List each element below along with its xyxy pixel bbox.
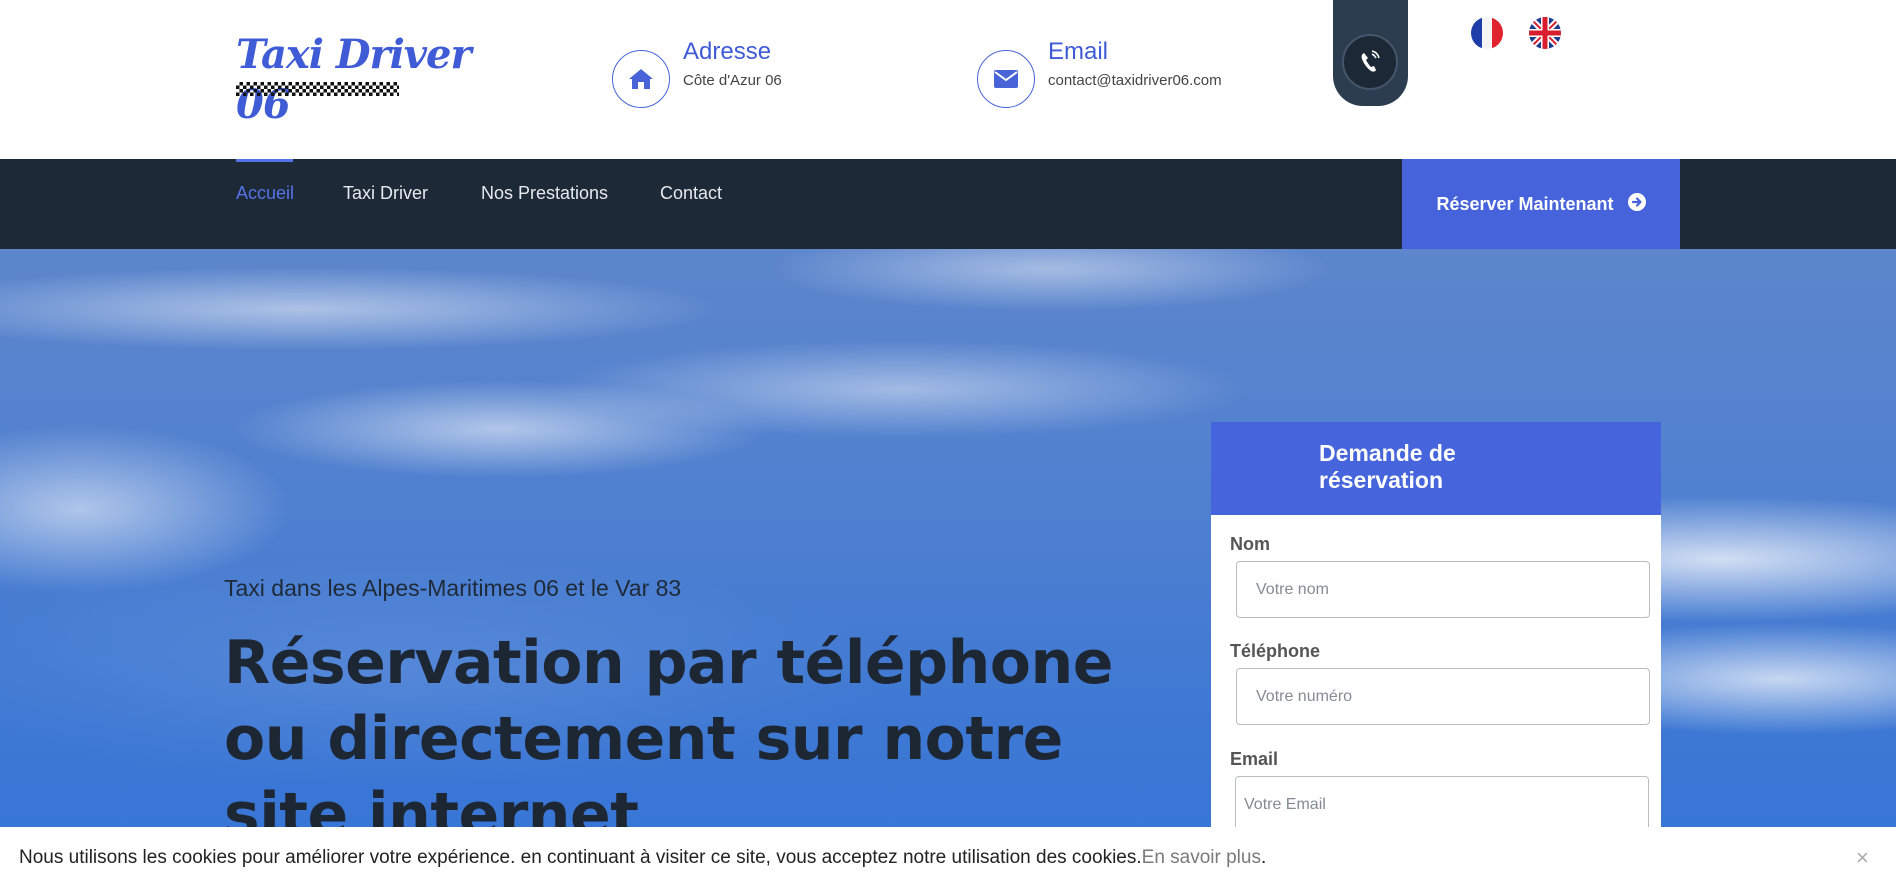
hero-subtitle: Taxi dans les Alpes-Maritimes 06 et le V… — [224, 575, 682, 601]
site-header: Taxi Driver 06 Adresse Côte d'Azur 06 Em… — [0, 0, 1896, 159]
nav-item-taxi-driver[interactable]: Taxi Driver — [343, 183, 428, 204]
hero-section: Taxi dans les Alpes-Maritimes 06 et le V… — [0, 249, 1896, 891]
phone-label: Téléphone — [1230, 641, 1321, 661]
phone-input[interactable] — [1236, 668, 1650, 725]
reservation-form: Demande de réservation Nom Téléphone Ema… — [1211, 422, 1661, 891]
arrow-right-circle-icon — [1627, 192, 1646, 216]
email-label: Email — [1230, 749, 1279, 769]
form-title: Demande de réservation — [1319, 440, 1456, 493]
home-icon — [612, 50, 670, 108]
name-label: Nom — [1230, 534, 1270, 554]
cookie-message: Nous utilisons les cookies pour améliore… — [19, 847, 1266, 869]
address-value: Côte d'Azur 06 — [683, 72, 782, 89]
hero-title: Réservation par téléphone ou directement… — [224, 628, 1113, 850]
envelope-icon — [977, 50, 1035, 108]
reserve-now-button[interactable]: Réserver Maintenant — [1402, 159, 1680, 249]
learn-more-link[interactable]: En savoir plus — [1142, 847, 1261, 868]
close-icon[interactable]: × — [1856, 845, 1869, 871]
flag-uk-icon[interactable] — [1529, 17, 1561, 49]
phone-icon[interactable] — [1342, 34, 1398, 90]
email-title: Email — [1048, 38, 1109, 65]
main-navigation: Accueil Taxi Driver Nos Prestations Cont… — [0, 159, 1896, 249]
site-logo[interactable]: Taxi Driver 06 — [236, 30, 486, 128]
nav-item-nos-prestations[interactable]: Nos Prestations — [481, 183, 608, 204]
email-value[interactable]: contact@taxidriver06.com — [1048, 72, 1222, 89]
reserve-now-label: Réserver Maintenant — [1436, 193, 1614, 214]
phone-tab[interactable] — [1333, 0, 1408, 106]
address-title: Adresse — [683, 38, 772, 65]
cookie-banner: Nous utilisons les cookies pour améliore… — [0, 827, 1896, 891]
nav-item-accueil[interactable]: Accueil — [236, 183, 294, 204]
flag-fr-icon[interactable] — [1471, 17, 1503, 49]
cookie-text: Nous utilisons les cookies pour améliore… — [19, 847, 1142, 868]
active-indicator — [236, 159, 293, 162]
logo-text: Taxi Driver 06 — [236, 31, 472, 128]
checkered-flag-pattern — [236, 82, 399, 96]
nav-item-contact[interactable]: Contact — [660, 183, 722, 204]
name-input[interactable] — [1236, 561, 1650, 618]
email-input[interactable] — [1235, 776, 1649, 833]
form-header: Demande de réservation — [1211, 422, 1661, 515]
cookie-suffix: . — [1260, 847, 1267, 868]
